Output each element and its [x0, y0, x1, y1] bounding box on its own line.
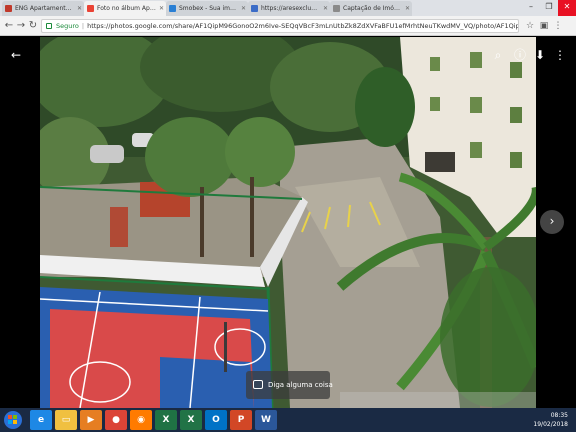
reload-icon[interactable]: ↻	[27, 19, 39, 33]
screen: ENG Apartamento - vend ✕ Foto no álbum A…	[0, 0, 576, 432]
clock-time: 08:35	[550, 412, 568, 419]
clock-date: 19/02/2018	[533, 421, 568, 428]
close-tab-icon[interactable]: ✕	[77, 1, 82, 16]
url-text: https://photos.google.com/share/AF1QipM9…	[87, 22, 518, 30]
back-arrow-icon[interactable]: ←	[3, 19, 15, 33]
close-window-icon[interactable]: ✕	[558, 0, 576, 16]
close-tab-icon[interactable]: ✕	[323, 1, 328, 16]
tab-strip: ENG Apartamento - vend ✕ Foto no álbum A…	[0, 0, 576, 16]
tab-smobex[interactable]: Smobex - Sua imobiliária ✕	[166, 1, 248, 16]
comment-placeholder: Diga alguma coisa	[268, 381, 333, 389]
menu-icon[interactable]: ⋮	[552, 20, 564, 32]
minimize-icon[interactable]: –	[522, 0, 540, 16]
secure-label: Seguro	[56, 22, 79, 30]
outlook-glyph: O	[212, 415, 220, 425]
close-tab-icon[interactable]: ✕	[159, 1, 164, 16]
tab-favicon-icon	[169, 5, 176, 12]
windows-start-icon[interactable]	[2, 410, 24, 430]
search-icon[interactable]: ⌕	[490, 47, 506, 63]
media-player-glyph: ▶	[87, 415, 95, 425]
back-arrow-icon[interactable]: ←	[8, 47, 24, 63]
photo-viewer: ← ⌕ ⓘ ⬇ ⋮ › Diga alguma coisa	[0, 37, 576, 408]
new-tab-button[interactable]	[412, 1, 430, 16]
tab-label: Foto no álbum Apartam	[97, 5, 156, 12]
extension-icon[interactable]: ▣	[538, 20, 550, 32]
tab-label: https://aresexclusiva.sp	[261, 5, 320, 12]
taskbar: e ▭ ▶ ● ◉ X X O P W 08:35 19/02/2018	[0, 408, 576, 432]
tab-label: Smobex - Sua imobiliária	[179, 5, 238, 12]
download-icon[interactable]: ⬇	[532, 47, 548, 63]
close-tab-icon[interactable]: ✕	[241, 1, 246, 16]
file-explorer-icon[interactable]: ▭	[55, 410, 77, 430]
system-clock[interactable]: 08:35 19/02/2018	[508, 411, 568, 429]
media-player-icon[interactable]: ▶	[80, 410, 102, 430]
url-separator: |	[81, 22, 85, 30]
tab-foto-album[interactable]: Foto no álbum Apartam ✕	[84, 1, 166, 16]
tab-favicon-icon	[5, 5, 12, 12]
tab-favicon-icon	[251, 5, 258, 12]
comment-box[interactable]: Diga alguma coisa	[246, 371, 333, 399]
powerpoint-glyph: P	[237, 415, 245, 425]
info-icon[interactable]: ⓘ	[512, 47, 528, 63]
tab-captacao-imovel[interactable]: Captação de Imóvel - Sit ✕	[330, 1, 412, 16]
forward-arrow-icon[interactable]: →	[15, 19, 27, 33]
tab-eng-apartamento[interactable]: ENG Apartamento - vend ✕	[2, 1, 84, 16]
internet-explorer-glyph: e	[37, 415, 45, 425]
tab-aresexclusiva[interactable]: https://aresexclusiva.sp ✕	[248, 1, 330, 16]
close-tab-icon[interactable]: ✕	[405, 1, 410, 16]
chrome-icon[interactable]: ●	[105, 410, 127, 430]
comment-icon	[253, 380, 263, 389]
word-icon[interactable]: W	[255, 410, 277, 430]
tab-label: Captação de Imóvel - Sit	[343, 5, 402, 12]
photo	[40, 37, 536, 408]
excel-icon[interactable]: X	[155, 410, 177, 430]
excel-glyph: X	[162, 415, 170, 425]
star-icon[interactable]: ☆	[524, 20, 536, 32]
maximize-icon[interactable]: ❐	[540, 0, 558, 16]
firefox-glyph: ◉	[137, 415, 145, 425]
next-photo-button[interactable]: ›	[540, 210, 564, 234]
browser-toolbar: ← → ↻ Seguro | https://photos.google.com/s…	[0, 16, 576, 36]
more-options-icon[interactable]: ⋮	[552, 47, 568, 63]
chrome-glyph: ●	[112, 415, 120, 425]
excel-2-glyph: X	[187, 415, 195, 425]
excel-2-icon[interactable]: X	[180, 410, 202, 430]
word-glyph: W	[261, 415, 271, 425]
firefox-icon[interactable]: ◉	[130, 410, 152, 430]
tab-label: ENG Apartamento - vend	[15, 5, 74, 12]
tab-favicon-icon	[333, 5, 340, 12]
file-explorer-glyph: ▭	[61, 415, 71, 425]
powerpoint-icon[interactable]: P	[230, 410, 252, 430]
internet-explorer-icon[interactable]: e	[30, 410, 52, 430]
tab-favicon-icon	[87, 5, 94, 12]
address-bar[interactable]: Seguro | https://photos.google.com/share/A…	[41, 19, 519, 33]
lock-icon	[46, 23, 52, 29]
outlook-icon[interactable]: O	[205, 410, 227, 430]
